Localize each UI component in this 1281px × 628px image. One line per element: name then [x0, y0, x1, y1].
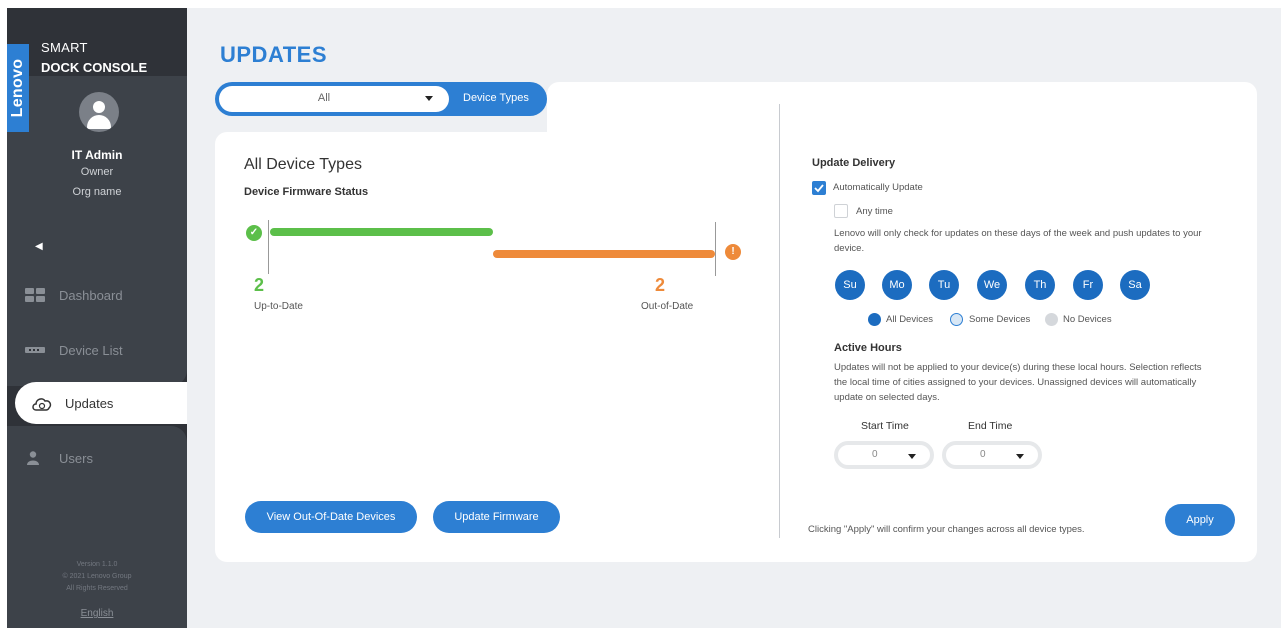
brand-line1: SMART [41, 40, 88, 55]
app-frame: Lenovo SMART DOCK CONSOLE IT Admin Owner… [7, 8, 1281, 628]
update-delivery-heading: Update Delivery [812, 157, 896, 169]
out-of-date-count: 2 [655, 275, 666, 295]
chevron-down-icon [425, 96, 433, 101]
day-toggle-tuesday[interactable]: Tu [929, 270, 959, 300]
brand-line2: DOCK CONSOLE [41, 60, 148, 75]
day-toggle-wednesday[interactable]: We [977, 270, 1007, 300]
card-title: All Device Types [244, 156, 362, 173]
sidebar-item-label: Dashboard [59, 287, 123, 303]
some-devices-legend-dot [950, 313, 963, 326]
auto-update-label: Automatically Update [833, 182, 923, 193]
cloud-update-icon [31, 396, 52, 411]
apply-button[interactable]: Apply [1165, 504, 1235, 536]
warning-icon: ! [725, 244, 741, 260]
lenovo-logo: Lenovo [7, 44, 29, 132]
start-time-select[interactable]: 0 [834, 441, 934, 469]
device-type-label: Device Types [463, 92, 529, 104]
some-devices-legend-label: Some Devices [969, 314, 1031, 325]
update-firmware-button[interactable]: Update Firmware [433, 501, 560, 533]
axis-start-line [268, 220, 269, 274]
no-devices-legend-dot [1045, 313, 1058, 326]
out-of-date-bar [493, 250, 715, 258]
day-toggle-thursday[interactable]: Th [1025, 270, 1055, 300]
view-out-of-date-button[interactable]: View Out-Of-Date Devices [245, 501, 417, 533]
device-type-select[interactable]: All [219, 86, 449, 112]
device-type-filter: All Device Types [215, 82, 547, 116]
device-type-select-value: All [317, 92, 331, 104]
active-hours-note: Updates will not be applied to your devi… [834, 362, 1202, 403]
day-toggle-sunday[interactable]: Su [835, 270, 865, 300]
apply-note: Clicking "Apply" will confirm your chang… [808, 524, 1085, 535]
sidebar-item-updates[interactable]: Updates [15, 382, 187, 424]
no-devices-legend-label: No Devices [1063, 314, 1112, 325]
language-link[interactable]: English [7, 608, 187, 619]
avatar-body-icon [87, 115, 111, 129]
copyright-text: © 2021 Lenovo Group [62, 573, 132, 580]
days-note: Lenovo will only check for updates on th… [834, 228, 1202, 254]
sidebar-item-users[interactable]: Users [25, 448, 93, 468]
avatar-head-icon [93, 101, 105, 113]
start-time-value: 0 [872, 449, 878, 460]
firmware-status-heading: Device Firmware Status [244, 186, 369, 198]
user-name: IT Admin [71, 148, 123, 162]
device-list-icon [25, 343, 45, 357]
sidebar-item-dashboard[interactable]: Dashboard [25, 285, 123, 305]
all-devices-legend-dot [868, 313, 881, 326]
sidebar-item-label: Users [59, 450, 93, 466]
user-role: Owner [80, 166, 114, 178]
chevron-down-icon [1016, 454, 1024, 459]
axis-end-line [715, 222, 716, 276]
sidebar-item-label: Device List [59, 342, 123, 358]
version-text: Version 1.1.0 [76, 561, 118, 568]
end-time-select[interactable]: 0 [942, 441, 1042, 469]
up-to-date-bar [270, 228, 493, 236]
page-title: UPDATES [220, 42, 327, 67]
active-hours-heading: Active Hours [834, 342, 902, 354]
end-time-label: End Time [968, 420, 1013, 432]
sidebar-item-label: Updates [65, 395, 114, 411]
auto-update-checkbox[interactable] [812, 181, 826, 195]
end-time-value: 0 [980, 449, 986, 460]
day-toggle-monday[interactable]: Mo [882, 270, 912, 300]
day-toggle-saturday[interactable]: Sa [1120, 270, 1150, 300]
start-time-label: Start Time [861, 420, 909, 432]
avatar[interactable] [79, 92, 119, 132]
dashboard-icon [25, 288, 45, 302]
any-time-label: Any time [856, 206, 893, 217]
any-time-checkbox[interactable] [834, 204, 848, 218]
card-tab-connector [547, 82, 587, 132]
user-icon [25, 451, 45, 465]
sidebar-item-device-list[interactable]: Device List [25, 340, 123, 360]
sidebar: Lenovo SMART DOCK CONSOLE IT Admin Owner… [7, 8, 187, 628]
checkmark-icon [814, 184, 824, 193]
collapse-sidebar-icon[interactable]: ◀ [35, 241, 43, 252]
panel-divider [779, 104, 780, 538]
chevron-down-icon [908, 454, 916, 459]
check-icon: ✓ [246, 225, 262, 241]
up-to-date-label: Up-to-Date [254, 301, 303, 312]
rights-text: All Rights Reserved [66, 585, 128, 592]
user-org: Org name [72, 186, 122, 198]
out-of-date-label: Out-of-Date [641, 301, 694, 312]
all-devices-legend-label: All Devices [886, 314, 933, 325]
up-to-date-count: 2 [254, 275, 265, 295]
day-toggle-friday[interactable]: Fr [1073, 270, 1103, 300]
